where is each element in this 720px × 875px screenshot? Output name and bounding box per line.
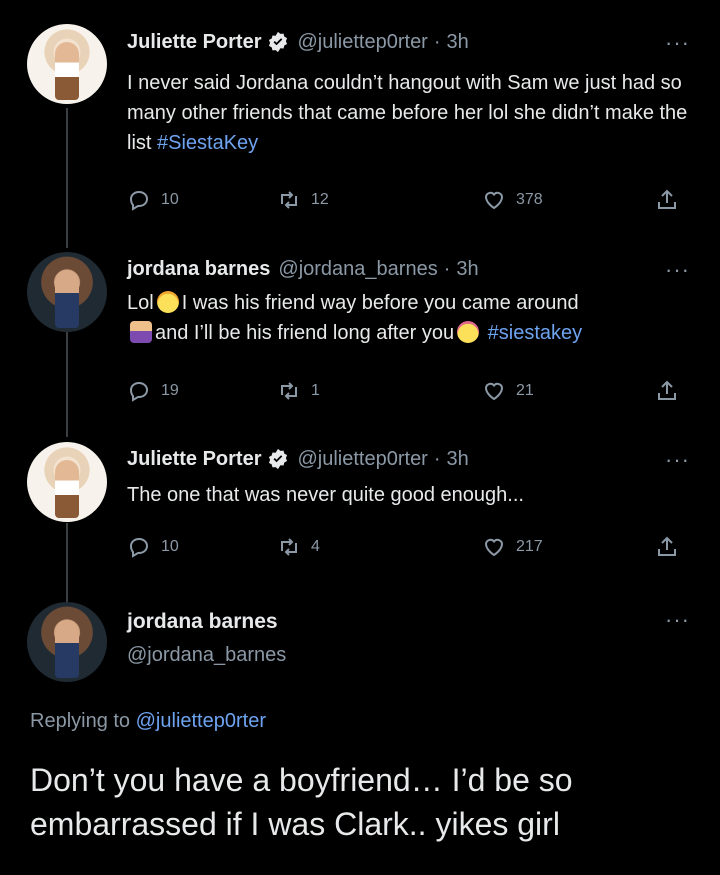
retweet-icon	[281, 382, 297, 400]
like-count: 217	[516, 538, 543, 555]
more-icon[interactable]: ···	[665, 30, 690, 56]
author-name[interactable]: Juliette Porter	[127, 31, 261, 54]
tweet-body-part: and I’ll be his friend long after you	[155, 322, 455, 344]
tweet[interactable]: Juliette Porter @juliettep0rter · 3h ···…	[0, 430, 720, 590]
tweet-actions: 19 1 21	[127, 376, 697, 406]
reply-count: 10	[161, 538, 179, 555]
like-count: 378	[516, 191, 543, 208]
timestamp[interactable]: 3h	[447, 31, 469, 54]
tweet-text: Lol I was his friend way before you came …	[127, 288, 697, 348]
reply-icon	[129, 537, 149, 558]
like-count: 21	[516, 382, 534, 399]
author-handle[interactable]: @jordana_barnes	[127, 644, 286, 667]
replying-prefix: Replying to	[30, 710, 131, 732]
avatar[interactable]	[27, 602, 107, 682]
retweet-count: 12	[311, 191, 329, 208]
reply-icon	[129, 381, 149, 402]
tweet-body-part: I was his friend way before you came aro…	[181, 292, 579, 314]
retweet-count: 4	[311, 538, 320, 555]
separator: ·	[433, 30, 441, 53]
reply-count: 10	[161, 191, 179, 208]
author-handle[interactable]: @juliettep0rter	[297, 31, 427, 54]
tweet-header: jordana barnes @jordana_barnes · 3h	[127, 254, 479, 284]
replying-to: Replying to @juliettep0rter	[30, 710, 266, 733]
reply-count: 19	[161, 382, 179, 399]
separator: ·	[443, 257, 451, 280]
author-name[interactable]: jordana barnes	[127, 610, 278, 634]
tweet-text: I never said Jordana couldn’t hangout wi…	[127, 68, 697, 158]
author-name[interactable]: Juliette Porter	[127, 448, 261, 471]
reply-button[interactable]: 19	[127, 376, 179, 406]
main-tweet[interactable]: jordana barnes @jordana_barnes ··· Reply…	[0, 590, 720, 875]
hashtag-link[interactable]: #siestakey	[488, 322, 583, 344]
retweet-button[interactable]: 4	[277, 532, 320, 562]
author-handle[interactable]: @jordana_barnes	[278, 258, 437, 281]
like-icon	[484, 538, 504, 557]
person-emoji-icon	[130, 321, 152, 343]
tweet-body: The one that was never quite good enough…	[127, 484, 524, 506]
share-icon	[658, 536, 676, 556]
tweet-text: The one that was never quite good enough…	[127, 480, 697, 510]
share-button[interactable]	[655, 185, 689, 215]
smiling-hearts-emoji-icon	[457, 321, 480, 343]
share-button[interactable]	[655, 532, 689, 562]
author-name[interactable]: jordana barnes	[127, 258, 270, 281]
more-icon[interactable]: ···	[665, 257, 690, 283]
tweet-header: Juliette Porter @juliettep0rter · 3h	[127, 444, 469, 474]
retweet-icon	[281, 191, 297, 209]
main-tweet-text: Don’t you have a boyfriend… I’d be so em…	[30, 762, 573, 842]
more-icon[interactable]: ···	[665, 607, 690, 633]
reply-icon	[129, 190, 149, 211]
share-button[interactable]	[655, 376, 689, 406]
tweet[interactable]: jordana barnes @jordana_barnes · 3h ··· …	[0, 240, 720, 430]
reply-button[interactable]: 10	[127, 532, 179, 562]
like-button[interactable]: 217	[482, 532, 543, 562]
timestamp[interactable]: 3h	[456, 258, 478, 281]
verified-icon	[269, 31, 288, 53]
tweet-body-part: Lol	[127, 292, 154, 314]
avatar[interactable]	[27, 24, 107, 104]
share-icon	[658, 380, 676, 400]
tweet-actions: 10 4 217	[127, 532, 697, 562]
author-handle[interactable]: @juliettep0rter	[297, 448, 427, 471]
like-button[interactable]: 378	[482, 185, 543, 215]
retweet-count: 1	[311, 382, 320, 399]
more-icon[interactable]: ···	[665, 447, 690, 473]
like-button[interactable]: 21	[482, 376, 534, 406]
tweet[interactable]: Juliette Porter @juliettep0rter · 3h ···…	[0, 0, 720, 240]
timestamp[interactable]: 3h	[447, 448, 469, 471]
tweet-actions: 10 12 378	[127, 185, 697, 215]
retweet-button[interactable]: 1	[277, 376, 320, 406]
replying-mention-link[interactable]: @juliettep0rter	[136, 710, 266, 732]
retweet-button[interactable]: 12	[277, 185, 329, 215]
avatar[interactable]	[27, 252, 107, 332]
hashtag-link[interactable]: #SiestaKey	[157, 132, 258, 154]
like-icon	[484, 382, 504, 401]
laughing-emoji-icon	[156, 291, 179, 313]
share-icon	[658, 189, 676, 209]
verified-icon	[269, 448, 288, 470]
reply-button[interactable]: 10	[127, 185, 179, 215]
retweet-icon	[281, 538, 297, 556]
separator: ·	[433, 447, 441, 470]
tweet-header: Juliette Porter @juliettep0rter · 3h	[127, 27, 469, 57]
avatar[interactable]	[27, 442, 107, 522]
like-icon	[484, 191, 504, 210]
